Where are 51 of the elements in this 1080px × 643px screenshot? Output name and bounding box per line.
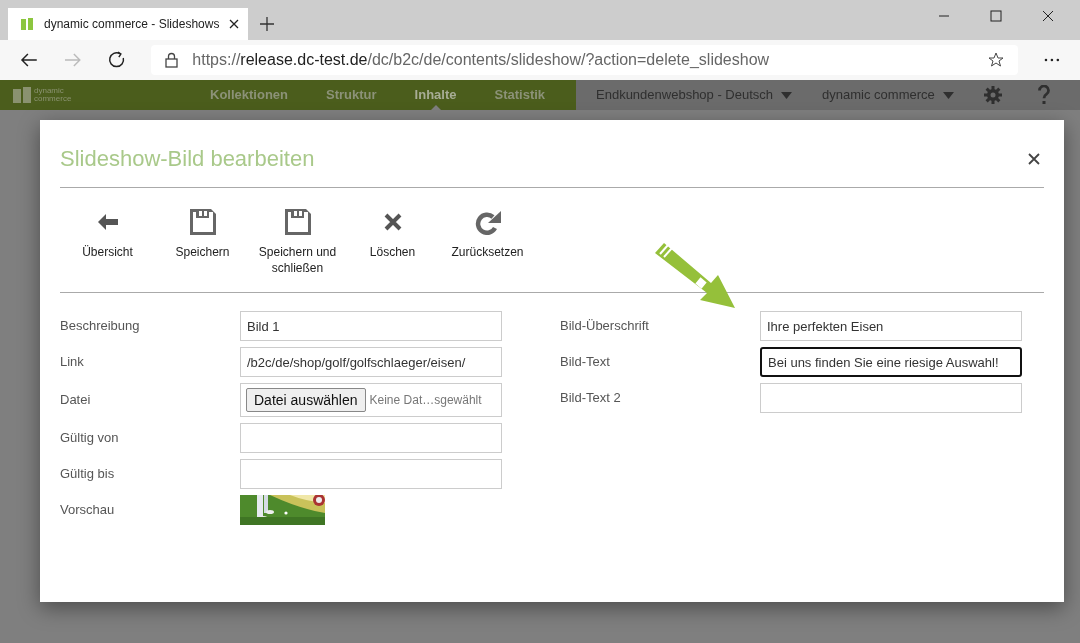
close-icon xyxy=(383,213,402,231)
field-label: Bild-Text xyxy=(560,353,611,372)
logo-icon xyxy=(12,86,32,104)
logo-icon xyxy=(20,17,34,31)
input-field[interactable]: Bild 1 xyxy=(240,311,502,341)
close-icon[interactable] xyxy=(1042,10,1054,22)
input-field[interactable] xyxy=(760,383,1022,413)
more-icon[interactable] xyxy=(1044,58,1060,62)
lock-icon xyxy=(165,52,179,68)
field-label: Bild-Text 2 xyxy=(560,389,622,408)
file-field[interactable]: Datei auswählen Keine Dat…sgewählt xyxy=(240,383,502,417)
settings-icon[interactable] xyxy=(983,86,1002,104)
toolbar-button[interactable]: Speichern xyxy=(155,208,250,260)
favorite-icon[interactable] xyxy=(988,52,1005,68)
toolbar-button[interactable]: Zurücksetzen xyxy=(440,208,535,260)
help-icon[interactable] xyxy=(1037,85,1050,105)
reload-icon[interactable] xyxy=(107,51,126,69)
caret-icon xyxy=(781,91,793,99)
dialog-title: Slideshow-Bild bearbeiten xyxy=(60,145,315,173)
address-bar[interactable]: https://release.dc-test.de/dc/b2c/de/contents/slideshow/?action=delete_slideshow xyxy=(151,45,1019,75)
url-text: https://release.dc-test.de/dc/b2c/de/contents/slideshow/?action=delete_slideshow xyxy=(192,50,770,70)
toolbar-button[interactable]: Übersicht xyxy=(60,208,155,260)
toolbar-button[interactable]: Löschen xyxy=(345,208,440,260)
field-label: Vorschau xyxy=(60,501,116,520)
close-icon[interactable] xyxy=(229,19,240,29)
field-label: Gültig bis xyxy=(60,465,116,484)
field-label: Gültig von xyxy=(60,429,120,448)
tab-title: dynamic commerce - Slideshows xyxy=(44,16,220,33)
save-icon xyxy=(283,208,312,236)
back-icon[interactable] xyxy=(20,52,38,68)
field-label: Bild-Überschrift xyxy=(560,317,650,336)
input-field[interactable]: Ihre perfekten Eisen xyxy=(760,311,1022,341)
file-button[interactable]: Datei auswählen xyxy=(246,388,366,412)
browser-tab[interactable]: dynamic commerce - Slideshows xyxy=(8,8,248,40)
left-arrow-icon xyxy=(97,214,118,230)
save-icon xyxy=(188,208,217,236)
field-label: Datei xyxy=(60,391,92,410)
input-field[interactable] xyxy=(240,423,502,453)
file-status: Keine Dat…sgewählt xyxy=(369,392,482,409)
field-label: Beschreibung xyxy=(60,317,141,336)
logo-text: dynamic xyxy=(34,87,65,95)
new-tab-icon[interactable] xyxy=(260,17,274,31)
input-field[interactable]: /b2c/de/shop/golf/golfschlaeger/eisen/ xyxy=(240,347,502,377)
logo-text: commerce xyxy=(34,95,72,103)
field-label: Link xyxy=(60,353,85,372)
input-field[interactable]: Bei uns finden Sie eine riesige Auswahl! xyxy=(760,347,1022,377)
toolbar-button[interactable]: Speichern und schließen xyxy=(250,208,345,276)
close-icon[interactable] xyxy=(1028,152,1040,165)
maximize-icon[interactable] xyxy=(990,10,1002,22)
input-field[interactable] xyxy=(240,459,502,489)
caret-icon xyxy=(942,91,954,99)
